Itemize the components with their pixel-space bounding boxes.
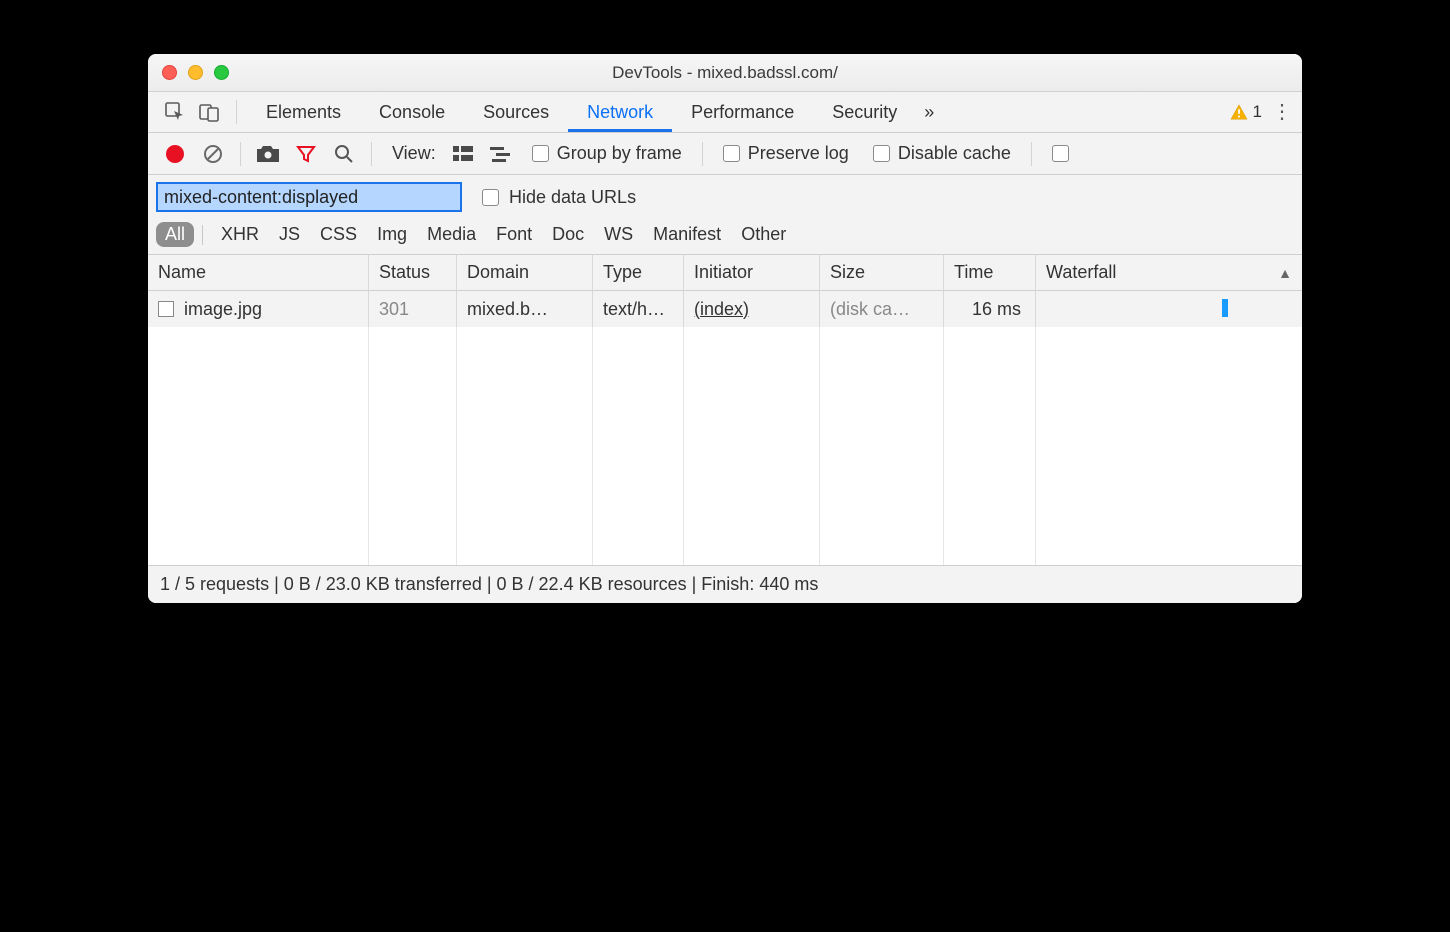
separator [240,142,241,166]
tab-security[interactable]: Security [813,92,916,132]
window-minimize-button[interactable] [188,65,203,80]
resource-type-filters: All XHR JS CSS Img Media Font Doc WS Man… [156,222,1294,247]
checkbox-icon [532,145,549,162]
window-maximize-button[interactable] [214,65,229,80]
filter-toggle-button[interactable] [289,139,323,169]
warning-count: 1 [1253,102,1262,122]
filter-type-other[interactable]: Other [731,222,796,247]
window-titlebar: DevTools - mixed.badssl.com/ [148,54,1302,92]
tab-elements[interactable]: Elements [247,92,360,132]
warning-icon [1230,103,1248,121]
filter-type-ws[interactable]: WS [594,222,643,247]
preserve-log-label: Preserve log [748,143,849,164]
window-title: DevTools - mixed.badssl.com/ [148,63,1302,83]
filter-icon [296,144,316,164]
filter-input-value: mixed-content:displayed [164,187,358,208]
filter-type-media[interactable]: Media [417,222,486,247]
table-row[interactable]: image.jpg 301 mixed.b… text/h… (index) (… [148,291,1302,327]
col-header-waterfall-label: Waterfall [1046,262,1116,283]
capture-screenshots-button[interactable] [251,139,285,169]
record-button[interactable] [158,139,192,169]
network-filter-bar: mixed-content:displayed Hide data URLs A… [148,175,1302,255]
large-rows-icon [453,146,473,162]
cell-time: 16 ms [944,291,1036,327]
separator [1031,142,1032,166]
view-label: View: [392,143,436,164]
search-icon [334,144,354,164]
separator [202,225,203,245]
disable-cache-checkbox[interactable]: Disable cache [873,143,1011,164]
table-header: Name Status Domain Type Initiator Size T… [148,255,1302,291]
col-header-size[interactable]: Size [820,255,944,290]
col-header-domain[interactable]: Domain [457,255,593,290]
camera-icon [257,146,279,162]
group-by-frame-checkbox[interactable]: Group by frame [532,143,682,164]
window-traffic-lights [162,65,229,80]
cell-size: (disk ca… [820,291,944,327]
filter-type-css[interactable]: CSS [310,222,367,247]
filter-type-manifest[interactable]: Manifest [643,222,731,247]
cell-waterfall [1036,291,1302,327]
group-by-frame-label: Group by frame [557,143,682,164]
filter-type-xhr[interactable]: XHR [211,222,269,247]
separator [702,142,703,166]
preserve-log-checkbox[interactable]: Preserve log [723,143,849,164]
tab-console[interactable]: Console [360,92,464,132]
issues-warning-badge[interactable]: 1 [1220,102,1272,122]
more-tabs-chevron-icon[interactable]: » [916,102,942,123]
network-requests-table: Name Status Domain Type Initiator Size T… [148,255,1302,565]
tab-performance[interactable]: Performance [672,92,813,132]
checkbox-icon [482,189,499,206]
status-summary: 1 / 5 requests | 0 B / 23.0 KB transferr… [160,574,818,595]
col-header-waterfall[interactable]: Waterfall ▲ [1036,255,1302,290]
tab-sources[interactable]: Sources [464,92,568,132]
devtools-tabstrip: Elements Console Sources Network Perform… [148,92,1302,133]
waterfall-bar [1222,299,1228,317]
filter-type-font[interactable]: Font [486,222,542,247]
file-icon [158,301,174,317]
filter-type-js[interactable]: JS [269,222,310,247]
filter-type-doc[interactable]: Doc [542,222,594,247]
disable-cache-label: Disable cache [898,143,1011,164]
overview-toggle-button[interactable] [484,139,518,169]
checkbox-icon [873,145,890,162]
checkbox-icon [1052,145,1069,162]
cell-domain: mixed.b… [457,291,593,327]
window-close-button[interactable] [162,65,177,80]
tab-network[interactable]: Network [568,92,672,132]
filter-type-all[interactable]: All [156,222,194,247]
offline-checkbox-partial[interactable] [1052,145,1069,162]
filter-input[interactable]: mixed-content:displayed [156,182,462,212]
overview-icon [490,146,512,162]
request-name: image.jpg [184,299,262,320]
network-toolbar: View: Group by frame Preserve log Disa [148,133,1302,175]
col-header-type[interactable]: Type [593,255,684,290]
network-status-bar: 1 / 5 requests | 0 B / 23.0 KB transferr… [148,565,1302,603]
divider [236,100,237,124]
inspect-element-icon[interactable] [158,97,192,127]
clear-icon [203,144,223,164]
sort-ascending-icon: ▲ [1278,265,1292,281]
separator [371,142,372,166]
hide-data-urls-label: Hide data URLs [509,187,636,208]
initiator-link[interactable]: (index) [694,299,749,320]
table-empty-area [148,327,1302,565]
cell-initiator: (index) [684,291,820,327]
col-header-status[interactable]: Status [369,255,457,290]
cell-type: text/h… [593,291,684,327]
clear-button[interactable] [196,139,230,169]
checkbox-icon [723,145,740,162]
filter-type-img[interactable]: Img [367,222,417,247]
record-icon [166,145,184,163]
search-button[interactable] [327,139,361,169]
col-header-name[interactable]: Name [148,255,369,290]
large-rows-button[interactable] [446,139,480,169]
device-toolbar-icon[interactable] [192,97,226,127]
col-header-initiator[interactable]: Initiator [684,255,820,290]
cell-name: image.jpg [148,291,369,327]
cell-status: 301 [369,291,457,327]
devtools-window: DevTools - mixed.badssl.com/ Elements Co… [148,54,1302,603]
hide-data-urls-checkbox[interactable]: Hide data URLs [482,187,636,208]
col-header-time[interactable]: Time [944,255,1036,290]
